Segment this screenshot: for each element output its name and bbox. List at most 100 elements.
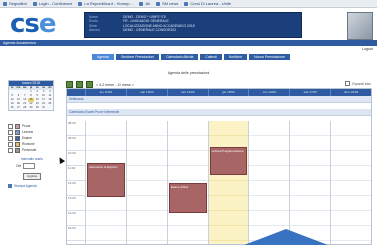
day-header[interactable]: ven 16/03 (248, 89, 289, 96)
favorite-link[interactable]: La Repubblica.it - Homep... (78, 1, 133, 6)
tab[interactable]: Agenda (92, 54, 114, 60)
time-filter-row: Ore (16, 163, 56, 169)
legend-checkbox[interactable] (8, 147, 13, 153)
favorite-link[interactable]: Segnalibri (3, 1, 27, 6)
legend-item[interactable]: Personale (8, 147, 56, 153)
row-label-week: Settimana (67, 96, 371, 103)
day-header[interactable]: mer 14/03 (166, 89, 208, 96)
day-header[interactable]: mar 13/03 (125, 89, 167, 96)
time-slot-label: 12:00 (67, 181, 85, 196)
printer-icon (8, 184, 12, 188)
calendar-event[interactable]: Esame di Reti (168, 183, 207, 213)
day-header[interactable]: lun 12/03 (85, 89, 126, 96)
mini-calendar: marzo 2018 lu ma me gi ve sa do 1 2 3 4 5 6 7 8 9 10 11 12 1… (8, 80, 54, 111)
day-column[interactable]: Esame di Reti (166, 121, 208, 244)
section-title-bar: Agenda Accademica (0, 40, 377, 46)
print-agenda-link[interactable]: Stampa Agenda (8, 184, 56, 188)
day-column[interactable] (330, 121, 371, 244)
expand-checkbox[interactable] (345, 81, 351, 86)
row-label-exams: Calendario Esami Prove Intermedie (67, 109, 371, 116)
day-column[interactable]: Laboratorio di Algoritmi (85, 121, 126, 244)
tab[interactable]: Calendario Attività (161, 54, 199, 60)
user-info-box: Nome DEMO - DEMO * UNIFE IT8 Ruolo FR - LIN… (84, 12, 302, 38)
day-view-icon[interactable] (66, 81, 73, 88)
tab[interactable]: Calendi (200, 54, 222, 60)
day-header[interactable]: sab 17/03 (289, 89, 330, 96)
day-column[interactable] (289, 121, 331, 244)
day-column[interactable]: Lezione Programmazione (207, 121, 249, 244)
up-arrow-icon (244, 229, 328, 245)
hour-input[interactable] (23, 163, 36, 169)
calendar-event[interactable]: Laboratorio di Algoritmi (87, 163, 125, 197)
profile-photo (347, 12, 373, 40)
favorite-label: SM news (161, 1, 179, 6)
date-range-label[interactable]: < 4-2 mese - 11 mese > (96, 83, 134, 87)
favorite-link[interactable]: Corsi Di Laurea - Unife (184, 1, 231, 6)
favorite-link[interactable]: Login - Confluence (32, 1, 73, 6)
legend-swatch (15, 147, 20, 153)
legend-swatch (15, 129, 20, 135)
bookmark-icon (155, 1, 160, 6)
legend-checkbox[interactable] (8, 123, 13, 129)
bookmark-icon (184, 1, 189, 6)
legend-swatch (15, 141, 20, 147)
time-filter-title: Intervallo orario (21, 157, 43, 161)
bookmark-icon (3, 1, 7, 6)
favorite-link[interactable]: SM news (155, 1, 179, 6)
main-tabs: Agenda Gestione Prenotazioni Calendario At… (92, 54, 290, 60)
app-header: cse Nome DEMO - DEMO * UNIFE IT8 Ruolo FR -… (0, 8, 377, 40)
info-key: Ateneo (89, 28, 100, 33)
day-header[interactable]: gio 15/03 (207, 89, 249, 96)
mini-calendar-week: 26 27 28 29 30 31 (9, 106, 53, 110)
day-header[interactable]: dom 18/03 (330, 89, 371, 96)
legend-label: Prova (22, 124, 31, 128)
favorite-label: Login - Confluence (38, 1, 73, 6)
time-slot-label: 15:00 (67, 226, 85, 241)
week-calendar-grid: lun 12/03 mar 13/03 mer 14/03 gio 15/03 ven … (66, 88, 372, 245)
grid-body: 08:00 09:00 10:00 11:00 12:00 13:00 14:00 15:00… (67, 121, 371, 244)
week-view-icon[interactable] (76, 81, 83, 88)
legend-label: Lezione (22, 130, 34, 134)
left-sidebar: marzo 2018 lu ma me gi ve sa do 1 2 3 4 5 6 7 8 9 10 11 12 1… (8, 80, 56, 188)
favorite-label: Corsi Di Laurea - Unife (190, 1, 232, 6)
bookmark-icon (138, 1, 143, 6)
legend-swatch (15, 135, 20, 141)
apply-button[interactable]: Applica (23, 173, 41, 180)
favorite-label: La Repubblica.it - Homep... (84, 1, 133, 6)
bookmark-icon (32, 1, 37, 6)
calendar-toolbar: < 4-2 mese - 11 mese > (66, 81, 134, 88)
mouse-cursor-icon (56, 155, 66, 165)
favorite-label: Segnalibri (9, 1, 27, 6)
tab[interactable]: Notifiche (223, 54, 248, 60)
event-legend: Prova Lezione Esame Riunione Personale (8, 123, 56, 153)
time-column-header (67, 89, 85, 96)
cse-logo[interactable]: cse (10, 10, 57, 38)
legend-swatch (15, 123, 20, 129)
legend-label: Riunione (22, 142, 35, 146)
day-column[interactable] (125, 121, 167, 244)
grid-header: lun 12/03 mar 13/03 mer 14/03 gio 15/03 ven … (67, 89, 371, 96)
legend-checkbox[interactable] (8, 135, 13, 141)
tab[interactable]: Gestione Prenotazioni (115, 54, 160, 60)
browser-favorites-bar: Segnalibri Login - Confluence La Repubblic… (0, 0, 377, 8)
calendar-event[interactable]: Lezione Programmazione (209, 147, 248, 175)
time-column: 08:00 09:00 10:00 11:00 12:00 13:00 14:00 15:00 (67, 121, 85, 244)
time-slot-label: 13:00 (67, 196, 85, 211)
info-value: DEMO - GENERALE CONSORZIO (123, 28, 177, 33)
expand-all-toggle[interactable]: Espandi tutto (345, 81, 371, 86)
legend-checkbox[interactable] (8, 129, 13, 135)
time-slot-label: 10:00 (67, 151, 85, 166)
month-view-icon[interactable] (86, 81, 93, 88)
legend-label: Esame (22, 136, 32, 140)
favorite-label: Jbl (144, 1, 150, 6)
info-row: Ateneo DEMO - GENERALE CONSORZIO (89, 28, 297, 32)
calendar-title: Agenda delle prenotazioni (167, 71, 210, 75)
logout-link[interactable]: Logout (362, 47, 373, 51)
favorite-link[interactable]: Jbl (138, 1, 150, 6)
legend-checkbox[interactable] (8, 141, 13, 147)
tab[interactable]: Nuova Prenotazione (249, 54, 290, 60)
time-slot-label: 08:00 (67, 121, 85, 136)
legend-label: Personale (22, 148, 37, 152)
time-slot-label: 11:00 (67, 166, 85, 181)
day-column[interactable] (248, 121, 290, 244)
